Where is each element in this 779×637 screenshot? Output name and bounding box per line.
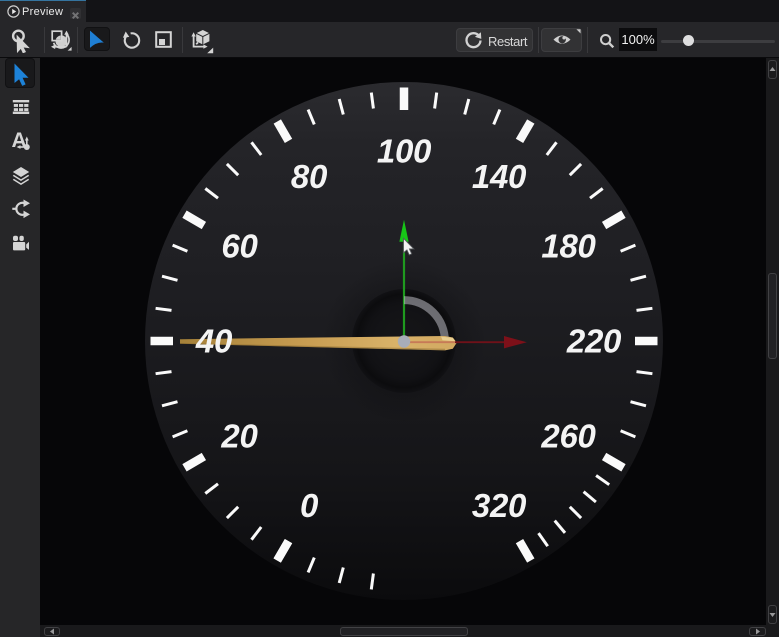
svg-text:320: 320: [472, 487, 527, 524]
svg-text:0: 0: [300, 487, 319, 524]
svg-text:80: 80: [291, 158, 328, 195]
svg-text:20: 20: [220, 418, 258, 455]
svg-text:40: 40: [195, 323, 233, 360]
svg-text:100: 100: [377, 133, 432, 170]
svg-text:60: 60: [221, 228, 258, 265]
svg-text:220: 220: [566, 323, 622, 360]
svg-text:180: 180: [541, 228, 596, 265]
svg-text:260: 260: [540, 418, 596, 455]
svg-text:140: 140: [472, 158, 527, 195]
